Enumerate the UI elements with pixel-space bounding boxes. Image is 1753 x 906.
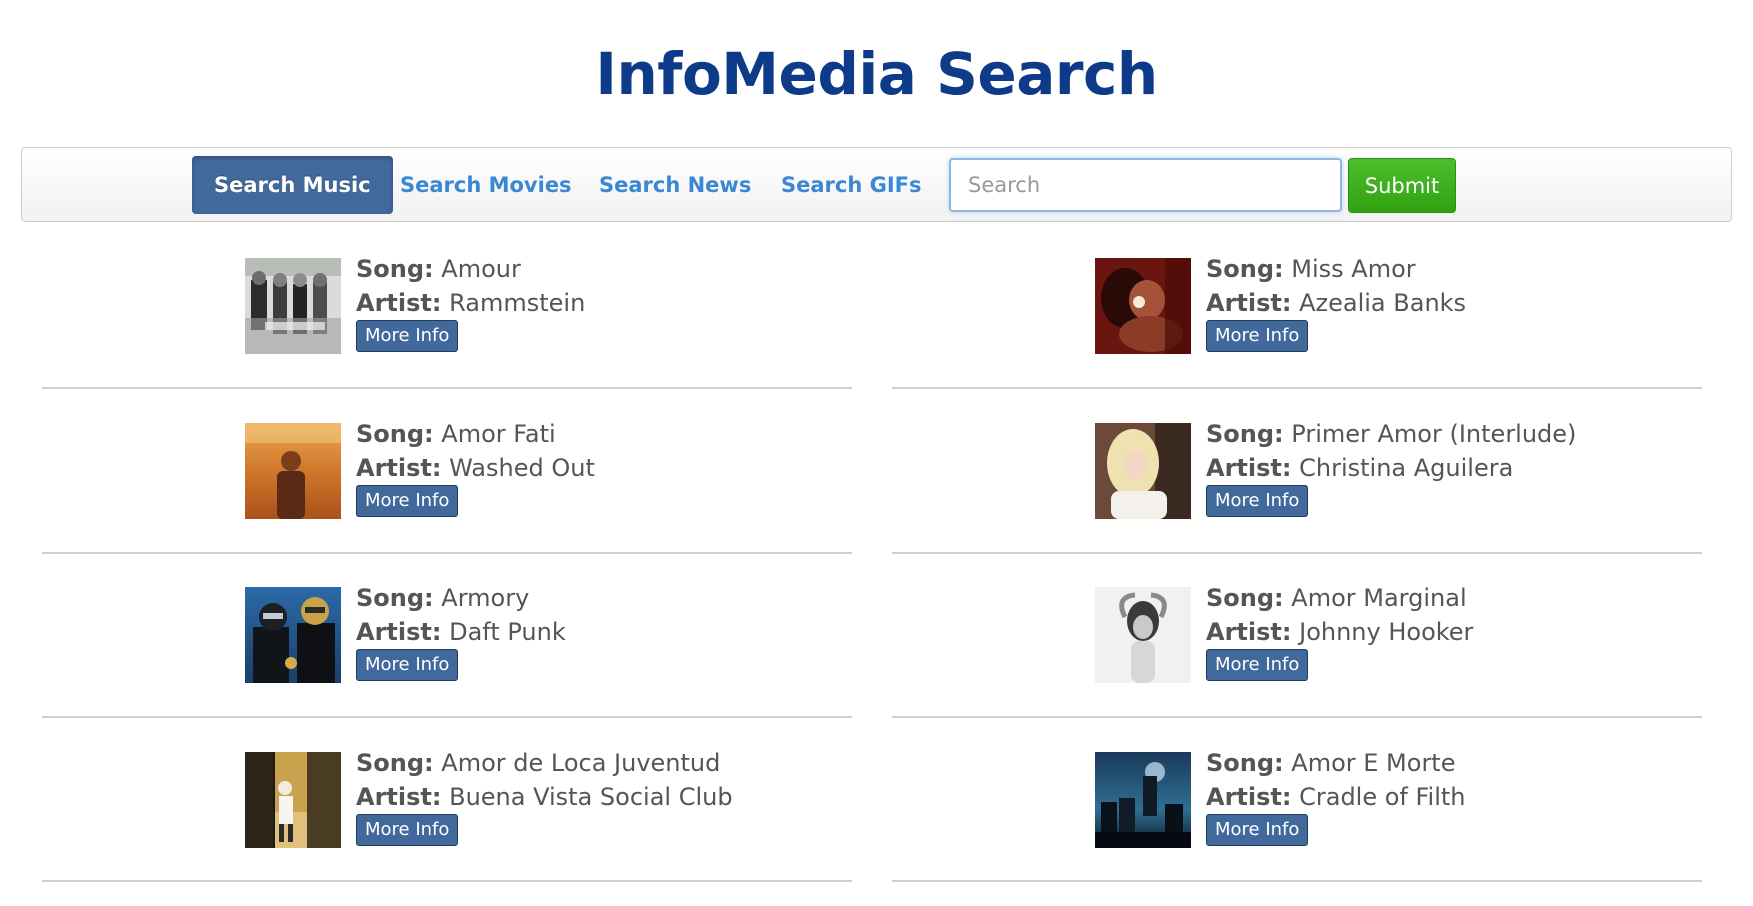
song-label: Song: xyxy=(356,749,434,777)
song-title: Amor Fati xyxy=(441,420,556,448)
result-item: Song: Miss Amor Artist: Azealia Banks Mo… xyxy=(892,255,1702,423)
result-info: Song: Amour Artist: Rammstein More Info xyxy=(356,252,585,352)
artist-line: Artist: Christina Aguilera xyxy=(1206,451,1576,485)
artist-name: Washed Out xyxy=(449,454,595,482)
result-item: Song: Armory Artist: Daft Punk More Info xyxy=(42,584,852,752)
artist-name: Buena Vista Social Club xyxy=(449,783,733,811)
page: InfoMedia Search Search Music Search Mov… xyxy=(0,0,1753,906)
song-line: Song: Amour xyxy=(356,252,585,286)
divider xyxy=(892,880,1702,882)
result-info: Song: Armory Artist: Daft Punk More Info xyxy=(356,581,566,681)
more-info-button[interactable]: More Info xyxy=(356,649,459,681)
cradle-of-filth-album-art[interactable] xyxy=(1095,752,1191,848)
song-label: Song: xyxy=(356,584,434,612)
song-title: Amor Marginal xyxy=(1291,584,1467,612)
navbar: Search Music Search Movies Search News S… xyxy=(21,147,1732,222)
christina-aguilera-album-art[interactable] xyxy=(1095,423,1191,519)
song-title: Amor E Morte xyxy=(1291,749,1456,777)
artist-line: Artist: Washed Out xyxy=(356,451,595,485)
more-info-button[interactable]: More Info xyxy=(356,814,459,846)
result-item: Song: Amor Fati Artist: Washed Out More … xyxy=(42,420,852,588)
artist-label: Artist: xyxy=(1206,618,1292,646)
more-info-button[interactable]: More Info xyxy=(1206,485,1309,517)
result-item: Song: Primer Amor (Interlude) Artist: Ch… xyxy=(892,420,1702,588)
buena-vista-social-club-album-art[interactable] xyxy=(245,752,341,848)
artist-name: Christina Aguilera xyxy=(1299,454,1514,482)
artist-line: Artist: Buena Vista Social Club xyxy=(356,780,733,814)
artist-line: Artist: Rammstein xyxy=(356,286,585,320)
artist-line: Artist: Johnny Hooker xyxy=(1206,615,1473,649)
artist-label: Artist: xyxy=(1206,289,1292,317)
divider xyxy=(42,387,852,389)
song-label: Song: xyxy=(1206,420,1284,448)
result-info: Song: Amor Fati Artist: Washed Out More … xyxy=(356,417,595,517)
rammstein-album-art[interactable] xyxy=(245,258,341,354)
result-info: Song: Primer Amor (Interlude) Artist: Ch… xyxy=(1206,417,1576,517)
artist-name: Azealia Banks xyxy=(1299,289,1467,317)
song-label: Song: xyxy=(356,420,434,448)
divider xyxy=(892,552,1702,554)
song-line: Song: Miss Amor xyxy=(1206,252,1466,286)
song-label: Song: xyxy=(1206,584,1284,612)
song-label: Song: xyxy=(1206,749,1284,777)
artist-label: Artist: xyxy=(1206,454,1292,482)
song-label: Song: xyxy=(356,255,434,283)
artist-line: Artist: Cradle of Filth xyxy=(1206,780,1466,814)
daft-punk-album-art[interactable] xyxy=(245,587,341,683)
artist-name: Johnny Hooker xyxy=(1299,618,1474,646)
song-title: Primer Amor (Interlude) xyxy=(1291,420,1577,448)
artist-name: Rammstein xyxy=(449,289,586,317)
washed-out-album-art[interactable] xyxy=(245,423,341,519)
result-info: Song: Amor Marginal Artist: Johnny Hooke… xyxy=(1206,581,1473,681)
song-line: Song: Amor Marginal xyxy=(1206,581,1473,615)
divider xyxy=(42,716,852,718)
more-info-button[interactable]: More Info xyxy=(356,485,459,517)
song-title: Amor de Loca Juventud xyxy=(441,749,721,777)
azealia-banks-album-art[interactable] xyxy=(1095,258,1191,354)
more-info-button[interactable]: More Info xyxy=(1206,649,1309,681)
artist-line: Artist: Daft Punk xyxy=(356,615,566,649)
song-line: Song: Amor E Morte xyxy=(1206,746,1466,780)
result-item: Song: Amor de Loca Juventud Artist: Buen… xyxy=(42,749,852,906)
johnny-hooker-album-art[interactable] xyxy=(1095,587,1191,683)
tab-search-movies[interactable]: Search Movies xyxy=(400,156,572,214)
search-input[interactable] xyxy=(949,158,1342,212)
page-title: InfoMedia Search xyxy=(595,40,1158,108)
result-info: Song: Miss Amor Artist: Azealia Banks Mo… xyxy=(1206,252,1466,352)
artist-line: Artist: Azealia Banks xyxy=(1206,286,1466,320)
song-line: Song: Amor Fati xyxy=(356,417,595,451)
divider xyxy=(42,552,852,554)
artist-label: Artist: xyxy=(356,289,442,317)
song-line: Song: Primer Amor (Interlude) xyxy=(1206,417,1576,451)
more-info-button[interactable]: More Info xyxy=(1206,320,1309,352)
tab-search-news[interactable]: Search News xyxy=(599,156,751,214)
song-line: Song: Armory xyxy=(356,581,566,615)
result-info: Song: Amor de Loca Juventud Artist: Buen… xyxy=(356,746,733,846)
song-title: Amour xyxy=(441,255,521,283)
artist-label: Artist: xyxy=(1206,783,1292,811)
song-title: Miss Amor xyxy=(1291,255,1416,283)
divider xyxy=(42,880,852,882)
result-item: Song: Amor E Morte Artist: Cradle of Fil… xyxy=(892,749,1702,906)
more-info-button[interactable]: More Info xyxy=(356,320,459,352)
artist-label: Artist: xyxy=(356,454,442,482)
more-info-button[interactable]: More Info xyxy=(1206,814,1309,846)
result-info: Song: Amor E Morte Artist: Cradle of Fil… xyxy=(1206,746,1466,846)
divider xyxy=(892,716,1702,718)
song-title: Armory xyxy=(441,584,530,612)
artist-name: Daft Punk xyxy=(449,618,566,646)
result-item: Song: Amour Artist: Rammstein More Info xyxy=(42,255,852,423)
song-line: Song: Amor de Loca Juventud xyxy=(356,746,733,780)
artist-name: Cradle of Filth xyxy=(1299,783,1466,811)
result-item: Song: Amor Marginal Artist: Johnny Hooke… xyxy=(892,584,1702,752)
tab-search-gifs[interactable]: Search GIFs xyxy=(781,156,922,214)
tab-search-music[interactable]: Search Music xyxy=(192,156,393,214)
submit-button[interactable]: Submit xyxy=(1348,158,1456,213)
artist-label: Artist: xyxy=(356,783,442,811)
song-label: Song: xyxy=(1206,255,1284,283)
artist-label: Artist: xyxy=(356,618,442,646)
divider xyxy=(892,387,1702,389)
